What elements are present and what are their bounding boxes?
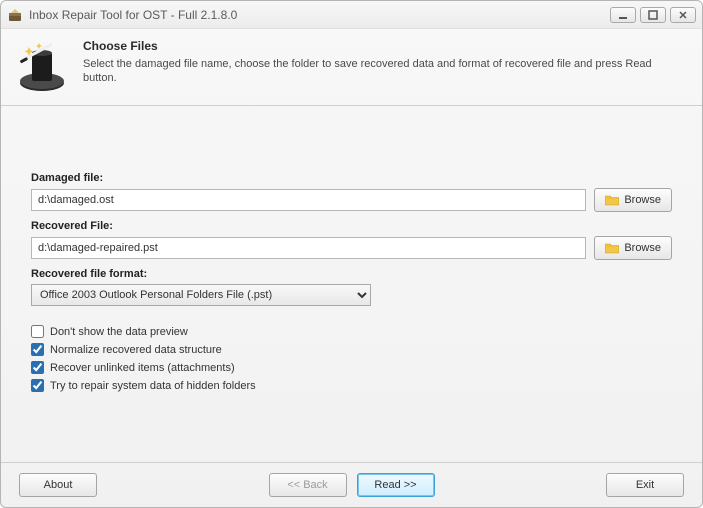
close-button[interactable]: [670, 7, 696, 23]
page-description: Select the damaged file name, choose the…: [83, 57, 688, 86]
main-window: Inbox Repair Tool for OST - Full 2.1.8.0: [0, 0, 703, 508]
wizard-header: Choose Files Select the damaged file nam…: [1, 29, 702, 106]
browse-recovered-button[interactable]: Browse: [594, 236, 672, 260]
repair-system-data-checkbox[interactable]: [31, 379, 44, 392]
recovered-file-input[interactable]: [31, 237, 586, 259]
damaged-file-label: Damaged file:: [31, 172, 672, 184]
normalize-structure-label[interactable]: Normalize recovered data structure: [50, 344, 222, 356]
recover-unlinked-label[interactable]: Recover unlinked items (attachments): [50, 362, 235, 374]
normalize-structure-checkbox[interactable]: [31, 343, 44, 356]
format-select[interactable]: Office 2003 Outlook Personal Folders Fil…: [31, 284, 371, 306]
wizard-header-text: Choose Files Select the damaged file nam…: [83, 39, 688, 93]
dont-show-preview-checkbox[interactable]: [31, 325, 44, 338]
titlebar: Inbox Repair Tool for OST - Full 2.1.8.0: [1, 1, 702, 29]
wizard-icon: [15, 39, 69, 93]
maximize-button[interactable]: [640, 7, 666, 23]
recovered-file-label: Recovered File:: [31, 220, 672, 232]
footer: About << Back Read >> Exit: [1, 462, 702, 507]
about-button[interactable]: About: [19, 473, 97, 497]
damaged-file-input[interactable]: [31, 189, 586, 211]
folder-icon: [605, 194, 619, 206]
repair-system-data-label[interactable]: Try to repair system data of hidden fold…: [50, 380, 256, 392]
browse-label: Browse: [624, 194, 661, 206]
content-area: Damaged file: Browse Recovered File: Bro…: [1, 106, 702, 407]
window-title: Inbox Repair Tool for OST - Full 2.1.8.0: [29, 8, 606, 22]
minimize-button[interactable]: [610, 7, 636, 23]
page-title: Choose Files: [83, 39, 688, 53]
browse-label: Browse: [624, 242, 661, 254]
dont-show-preview-label[interactable]: Don't show the data preview: [50, 326, 188, 338]
back-button[interactable]: << Back: [269, 473, 347, 497]
app-icon: [7, 7, 23, 23]
browse-damaged-button[interactable]: Browse: [594, 188, 672, 212]
recover-unlinked-checkbox[interactable]: [31, 361, 44, 374]
read-button[interactable]: Read >>: [357, 473, 435, 497]
folder-icon: [605, 242, 619, 254]
format-label: Recovered file format:: [31, 268, 672, 280]
exit-button[interactable]: Exit: [606, 473, 684, 497]
